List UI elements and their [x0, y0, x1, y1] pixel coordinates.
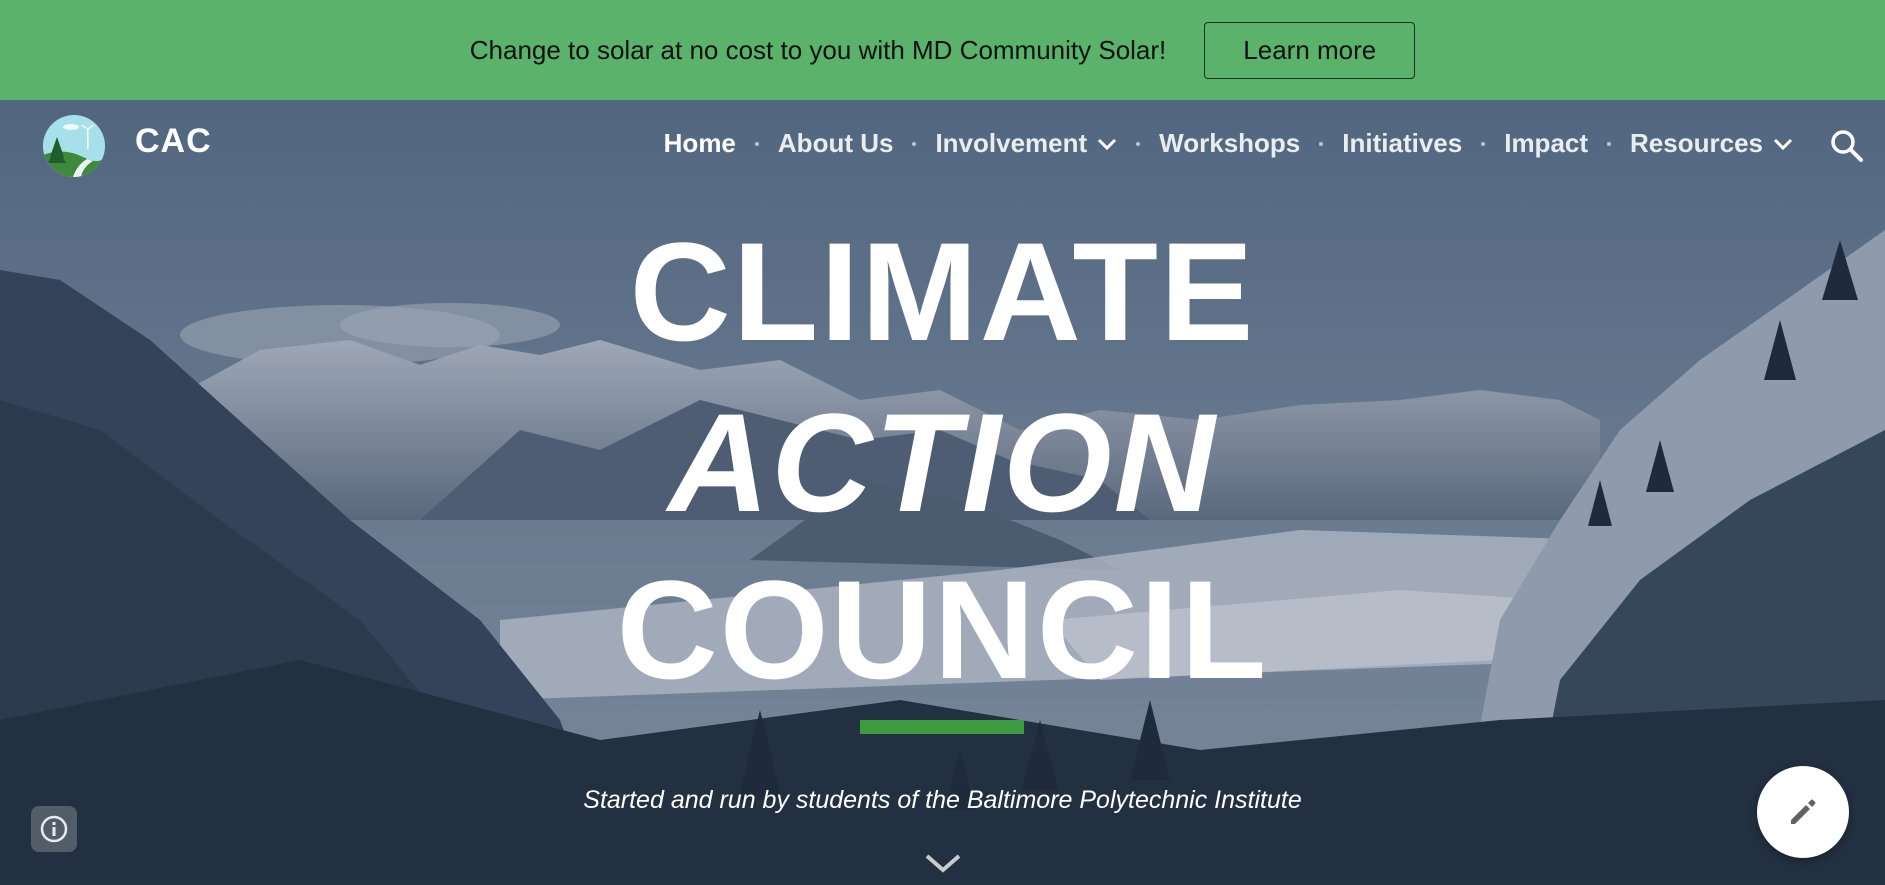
nav-separator [754, 141, 759, 146]
scroll-down-chevron-icon[interactable] [923, 852, 963, 881]
nav-item-involvement[interactable]: Involvement [935, 128, 1117, 159]
nav-item-workshops[interactable]: Workshops [1159, 128, 1300, 159]
nav-item-label: About Us [777, 128, 894, 158]
chevron-down-icon[interactable] [1773, 138, 1793, 150]
pencil-icon[interactable] [1757, 766, 1849, 858]
nav-item-impact[interactable]: Impact [1504, 128, 1588, 159]
nav-item-resources[interactable]: Resources [1630, 128, 1793, 159]
hero-title-line-1: CLIMATE [629, 213, 1256, 370]
nav-item-label: Involvement [935, 128, 1088, 158]
nav-item-home[interactable]: Home [664, 128, 736, 159]
banner-text: Change to solar at no cost to you with M… [469, 34, 1167, 65]
nav-item-label: Impact [1504, 128, 1589, 158]
nav-separator [912, 141, 917, 146]
learn-more-button[interactable]: Learn more [1204, 21, 1416, 79]
info-icon[interactable] [31, 806, 77, 852]
nav-separator [1481, 141, 1486, 146]
search-icon[interactable] [1829, 128, 1865, 164]
hero-title-line-3: COUNCIL [616, 551, 1269, 708]
nav-separator [1607, 141, 1612, 146]
nav-item-label: Initiatives [1342, 128, 1463, 158]
nav-item-about-us[interactable]: About Us [778, 128, 894, 159]
title-accent-bar [860, 720, 1024, 734]
chevron-down-icon[interactable] [1097, 138, 1117, 150]
nav-separator [1136, 141, 1141, 146]
hero-subtitle: Started and run by students of the Balti… [583, 786, 1302, 814]
nav-item-label: Home [663, 128, 736, 158]
site-header: CAC Home About Us Involvement Workshops … [0, 100, 1885, 192]
nav-item-label: Resources [1630, 128, 1763, 158]
site-title[interactable]: CAC [135, 122, 212, 161]
nav-item-initiatives[interactable]: Initiatives [1342, 128, 1462, 159]
nav-item-label: Workshops [1159, 128, 1301, 158]
nav-separator [1319, 141, 1324, 146]
main-nav: Home About Us Involvement Workshops Init… [664, 128, 1793, 159]
globe-landscape-logo[interactable] [43, 115, 105, 177]
hero-title-line-2: ACTION [668, 384, 1217, 541]
announcement-banner: Change to solar at no cost to you with M… [0, 0, 1885, 100]
